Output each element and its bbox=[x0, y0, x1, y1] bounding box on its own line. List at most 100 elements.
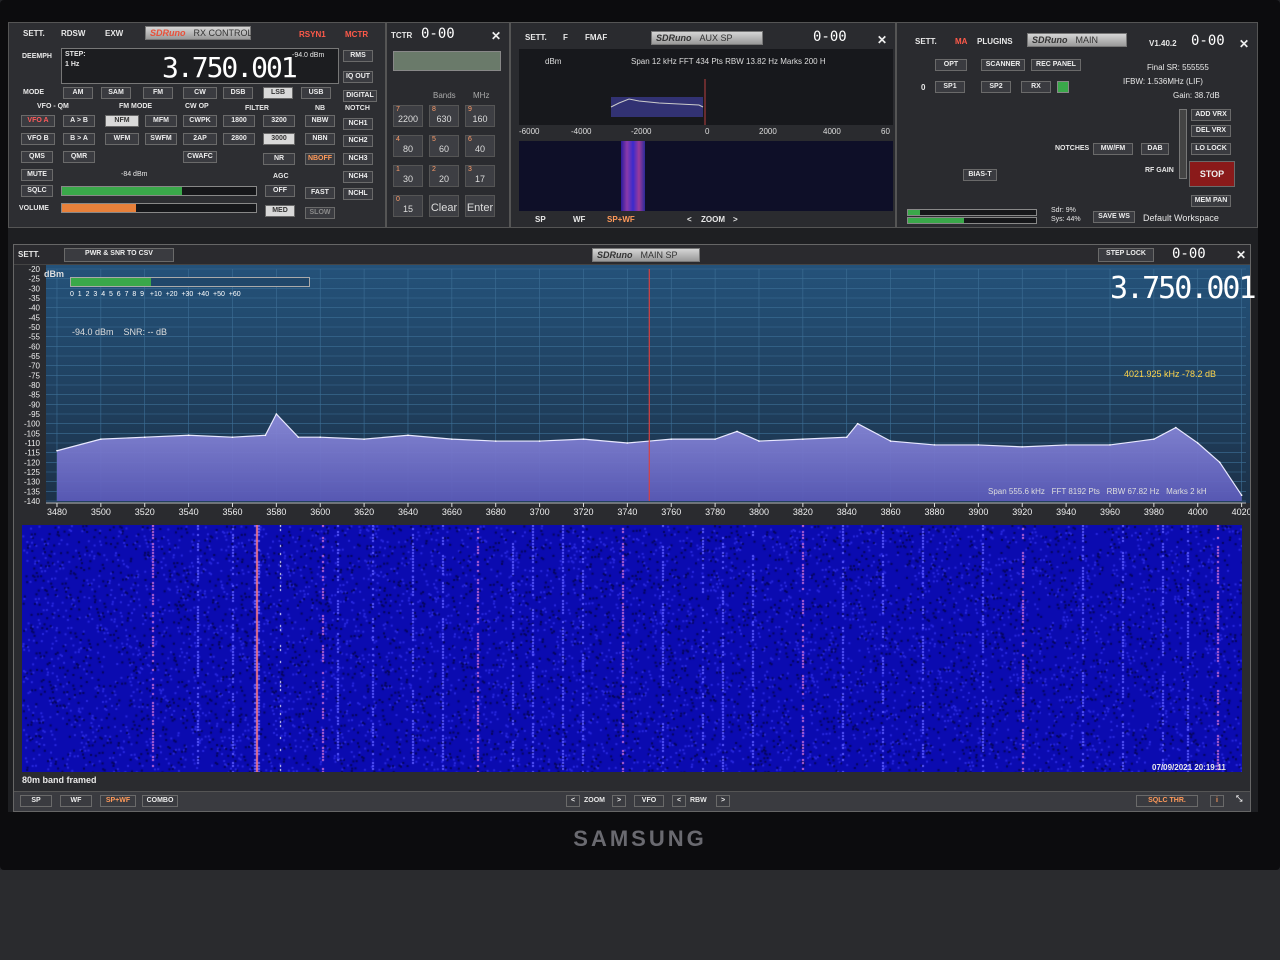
band-key-40[interactable]: 6 40 bbox=[465, 135, 495, 157]
mw-fm-button[interactable]: MW/FM bbox=[1093, 143, 1133, 155]
nchl-button[interactable]: NCHL bbox=[343, 188, 373, 200]
scanner-button[interactable]: SCANNER bbox=[981, 59, 1025, 71]
band-key-630[interactable]: 8 630 bbox=[429, 105, 459, 127]
vfo-display[interactable]: STEP: 1 Hz 3.750.001 -94.0 dBm bbox=[61, 48, 339, 84]
step-lock-button[interactable]: STEP LOCK bbox=[1098, 248, 1154, 262]
stop-button[interactable]: STOP bbox=[1189, 161, 1235, 187]
aux-wf-button[interactable]: WF bbox=[573, 215, 585, 224]
rms-button[interactable]: RMS bbox=[343, 50, 373, 62]
cwpk-button[interactable]: CWPK bbox=[183, 115, 217, 127]
sqlc-thr-button[interactable]: SQLC THR. bbox=[1136, 795, 1198, 807]
filter-3200-button[interactable]: 3200 bbox=[263, 115, 295, 127]
main-sp-spwf-button[interactable]: SP+WF bbox=[100, 795, 136, 807]
deemph-label[interactable]: DEEMPH bbox=[22, 53, 52, 60]
2ap-button[interactable]: 2AP bbox=[183, 133, 217, 145]
rbw-right-icon[interactable]: > bbox=[716, 795, 730, 807]
fmaf-button[interactable]: FMAF bbox=[585, 33, 607, 42]
vfo-center-button[interactable]: VFO bbox=[634, 795, 664, 807]
nch1-button[interactable]: NCH1 bbox=[343, 118, 373, 130]
band-key-160[interactable]: 9 160 bbox=[465, 105, 495, 127]
band-key-80[interactable]: 4 80 bbox=[393, 135, 423, 157]
rbw-left-icon[interactable]: < bbox=[672, 795, 686, 807]
nch4-button[interactable]: NCH4 bbox=[343, 171, 373, 183]
add-vrx-button[interactable]: ADD VRX bbox=[1191, 109, 1231, 121]
enter-button[interactable]: Enter bbox=[465, 195, 495, 217]
main-spectrum-chart[interactable]: -20-25-30-35-40-45-50-55-60-65-70-75-80-… bbox=[14, 265, 1250, 545]
rdsw-button[interactable]: RDSW bbox=[61, 29, 85, 38]
cwafc-button[interactable]: CWAFC bbox=[183, 151, 217, 163]
vfo-b-button[interactable]: VFO B bbox=[21, 133, 55, 145]
agc-fast-button[interactable]: FAST bbox=[305, 187, 335, 199]
nr-button[interactable]: NR bbox=[263, 153, 295, 165]
rf-gain-slider[interactable] bbox=[1179, 109, 1187, 179]
wfm-button[interactable]: WFM bbox=[105, 133, 139, 145]
vfo-frequency[interactable]: 3.750.001 bbox=[162, 51, 298, 84]
nbw-button[interactable]: NBW bbox=[305, 115, 335, 127]
sp2-button[interactable]: SP2 bbox=[981, 81, 1011, 93]
main-close-icon[interactable]: ✕ bbox=[1239, 37, 1249, 51]
swfm-button[interactable]: SWFM bbox=[145, 133, 177, 145]
aux-f-button[interactable]: F bbox=[563, 33, 568, 42]
qmr-button[interactable]: QMR bbox=[63, 151, 95, 163]
aux-zoom-left-icon[interactable]: < bbox=[687, 215, 692, 224]
mode-usb-button[interactable]: USB bbox=[301, 87, 331, 99]
mode-cw-button[interactable]: CW bbox=[183, 87, 217, 99]
save-ws-button[interactable]: SAVE WS bbox=[1093, 211, 1135, 223]
mode-sam-button[interactable]: SAM bbox=[101, 87, 131, 99]
aux-sp-button[interactable]: SP bbox=[535, 215, 546, 224]
rx-button[interactable]: RX bbox=[1021, 81, 1051, 93]
plugins-button[interactable]: PLUGINS bbox=[977, 37, 1013, 46]
zoom-left-icon[interactable]: < bbox=[566, 795, 580, 807]
a-to-b-button[interactable]: A > B bbox=[63, 115, 95, 127]
nbn-button[interactable]: NBN bbox=[305, 133, 335, 145]
bias-t-button[interactable]: BIAS-T bbox=[963, 169, 997, 181]
pwr-snr-csv-button[interactable]: PWR & SNR TO CSV bbox=[64, 248, 174, 262]
combo-button[interactable]: COMBO bbox=[142, 795, 178, 807]
main-sp-close-icon[interactable]: ✕ bbox=[1236, 248, 1246, 262]
band-key-20[interactable]: 2 20 bbox=[429, 165, 459, 187]
agc-slow-button[interactable]: SLOW bbox=[305, 207, 335, 219]
mem-pan-button[interactable]: MEM PAN bbox=[1191, 195, 1231, 207]
mute-button[interactable]: MUTE bbox=[21, 169, 53, 181]
band-key-30[interactable]: 1 30 bbox=[393, 165, 423, 187]
aux-close-icon[interactable]: ✕ bbox=[877, 33, 887, 47]
mode-dsb-button[interactable]: DSB bbox=[223, 87, 253, 99]
ma-button[interactable]: MA bbox=[955, 37, 967, 46]
main-sp-sett-button[interactable]: SETT. bbox=[18, 250, 40, 259]
vfo-a-button[interactable]: VFO A bbox=[21, 115, 55, 127]
resize-icon[interactable]: ⤡ bbox=[1236, 794, 1242, 804]
qms-button[interactable]: QMS bbox=[21, 151, 53, 163]
mode-fm-button[interactable]: FM bbox=[143, 87, 173, 99]
nboff-button[interactable]: NBOFF bbox=[305, 153, 335, 165]
aux-sett-button[interactable]: SETT. bbox=[525, 33, 547, 42]
aux-zoom-right-icon[interactable]: > bbox=[733, 215, 738, 224]
nch2-button[interactable]: NCH2 bbox=[343, 135, 373, 147]
volume-slider[interactable] bbox=[61, 203, 257, 213]
mctr-button[interactable]: MCTR bbox=[345, 30, 368, 39]
sp1-button[interactable]: SP1 bbox=[935, 81, 965, 93]
main-sp-wf-button[interactable]: WF bbox=[60, 795, 92, 807]
dab-button[interactable]: DAB bbox=[1141, 143, 1169, 155]
exw-button[interactable]: EXW bbox=[105, 29, 123, 38]
band-key-17[interactable]: 3 17 bbox=[465, 165, 495, 187]
filter-3000-button[interactable]: 3000 bbox=[263, 133, 295, 145]
agc-off-button[interactable]: OFF bbox=[265, 185, 295, 197]
mode-am-button[interactable]: AM bbox=[63, 87, 93, 99]
tctr-close-icon[interactable]: ✕ bbox=[491, 29, 501, 43]
nfm-button[interactable]: NFM bbox=[105, 115, 139, 127]
iq-out-button[interactable]: IQ OUT bbox=[343, 71, 373, 83]
rsyn1-button[interactable]: RSYN1 bbox=[299, 30, 326, 39]
main-sett-button[interactable]: SETT. bbox=[915, 37, 937, 46]
opt-button[interactable]: OPT bbox=[935, 59, 967, 71]
mfm-button[interactable]: MFM bbox=[145, 115, 177, 127]
sqlc-button[interactable]: SQLC bbox=[21, 185, 53, 197]
info-icon[interactable]: i bbox=[1210, 795, 1224, 807]
squelch-slider[interactable] bbox=[61, 186, 257, 196]
lo-lock-button[interactable]: LO LOCK bbox=[1191, 143, 1231, 155]
clear-button[interactable]: Clear bbox=[429, 195, 459, 217]
band-key-2200[interactable]: 7 2200 bbox=[393, 105, 423, 127]
filter-1800-button[interactable]: 1800 bbox=[223, 115, 255, 127]
filter-2800-button[interactable]: 2800 bbox=[223, 133, 255, 145]
zoom-right-icon[interactable]: > bbox=[612, 795, 626, 807]
band-key-60[interactable]: 5 60 bbox=[429, 135, 459, 157]
